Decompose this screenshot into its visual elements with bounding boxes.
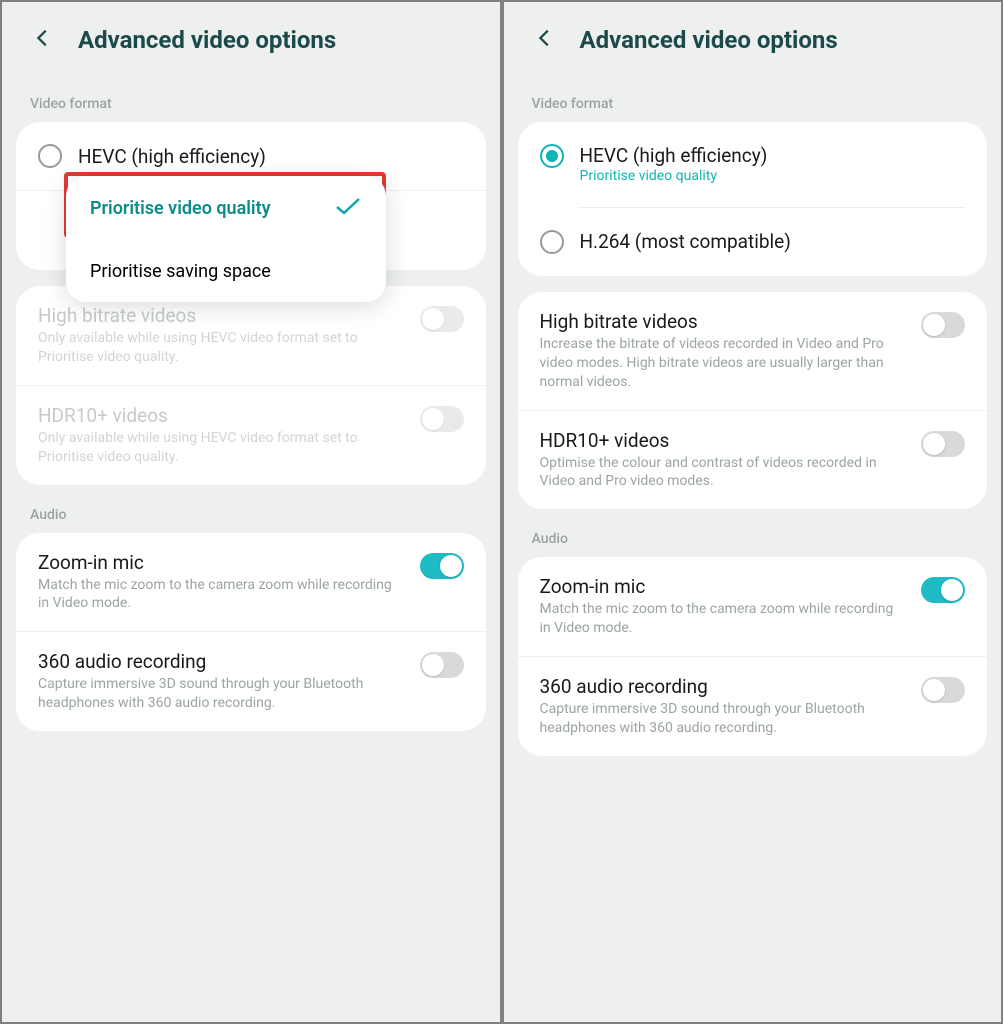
- page-title: Advanced video options: [78, 26, 336, 54]
- radio-h264-label: H.264 (most compatible): [580, 230, 791, 253]
- radio-hevc[interactable]: HEVC (high efficiency) Prioritise video …: [518, 122, 988, 208]
- audio360-toggle[interactable]: [921, 677, 965, 703]
- screen-left: Advanced video options Video format HEVC…: [2, 2, 500, 1022]
- audio360-toggle[interactable]: [420, 652, 464, 678]
- video-format-card: HEVC (high efficiency) Prioritise video …: [518, 122, 988, 276]
- hevc-dropdown-popup: Prioritise video quality Prioritise savi…: [66, 176, 386, 302]
- audio360-sub: Capture immersive 3D sound through your …: [540, 700, 906, 738]
- radio-icon-unselected: [38, 144, 62, 168]
- zoom-mic-toggle[interactable]: [420, 553, 464, 579]
- back-icon[interactable]: [32, 27, 54, 53]
- high-bitrate-sub: Increase the bitrate of videos recorded …: [540, 335, 906, 392]
- high-bitrate-title: High bitrate videos: [540, 310, 906, 333]
- zoom-mic-title: Zoom-in mic: [540, 575, 906, 598]
- audio360-sub: Capture immersive 3D sound through your …: [38, 675, 404, 713]
- hdr-title: HDR10+ videos: [38, 404, 404, 427]
- check-icon: [334, 196, 362, 221]
- zoom-mic-row[interactable]: Zoom-in mic Match the mic zoom to the ca…: [16, 533, 486, 632]
- hdr-row: HDR10+ videos Only available while using…: [16, 385, 486, 485]
- back-icon[interactable]: [534, 27, 556, 53]
- bitrate-hdr-card: High bitrate videos Increase the bitrate…: [518, 292, 988, 509]
- high-bitrate-row[interactable]: High bitrate videos Increase the bitrate…: [518, 292, 988, 410]
- zoom-mic-sub: Match the mic zoom to the camera zoom wh…: [38, 576, 404, 614]
- radio-hevc-sub: Prioritise video quality: [580, 167, 966, 186]
- popup-option-quality-label: Prioritise video quality: [90, 198, 271, 219]
- audio-card: Zoom-in mic Match the mic zoom to the ca…: [16, 533, 486, 732]
- audio360-title: 360 audio recording: [38, 650, 404, 673]
- header: Advanced video options: [2, 2, 500, 74]
- high-bitrate-toggle[interactable]: [921, 312, 965, 338]
- hdr-sub: Optimise the colour and contrast of vide…: [540, 454, 906, 492]
- popup-option-space[interactable]: Prioritise saving space: [66, 241, 386, 302]
- popup-option-space-label: Prioritise saving space: [90, 261, 271, 282]
- hdr-sub: Only available while using HEVC video fo…: [38, 429, 404, 467]
- audio360-row[interactable]: 360 audio recording Capture immersive 3D…: [518, 656, 988, 756]
- section-label-audio: Audio: [2, 485, 500, 533]
- radio-hevc-label: HEVC (high efficiency): [78, 145, 266, 168]
- bitrate-hdr-card: High bitrate videos Only available while…: [16, 286, 486, 485]
- zoom-mic-row[interactable]: Zoom-in mic Match the mic zoom to the ca…: [518, 557, 988, 656]
- page-title: Advanced video options: [580, 26, 838, 54]
- zoom-mic-sub: Match the mic zoom to the camera zoom wh…: [540, 600, 906, 638]
- section-label-audio: Audio: [504, 509, 1002, 557]
- hdr-toggle[interactable]: [921, 431, 965, 457]
- zoom-mic-toggle[interactable]: [921, 577, 965, 603]
- high-bitrate-title: High bitrate videos: [38, 304, 404, 327]
- section-label-video: Video format: [504, 74, 1002, 122]
- zoom-mic-title: Zoom-in mic: [38, 551, 404, 574]
- hdr-title: HDR10+ videos: [540, 429, 906, 452]
- radio-icon-selected: [540, 144, 564, 168]
- radio-h264[interactable]: H.264 (most compatible): [518, 208, 988, 276]
- hdr-toggle: [420, 406, 464, 432]
- radio-icon-unselected: [540, 230, 564, 254]
- header: Advanced video options: [504, 2, 1002, 74]
- radio-hevc-label: HEVC (high efficiency): [580, 144, 966, 167]
- section-label-video: Video format: [2, 74, 500, 122]
- popup-option-quality[interactable]: Prioritise video quality: [66, 176, 386, 241]
- audio360-row[interactable]: 360 audio recording Capture immersive 3D…: [16, 631, 486, 731]
- screen-right: Advanced video options Video format HEVC…: [504, 2, 1002, 1022]
- audio-card: Zoom-in mic Match the mic zoom to the ca…: [518, 557, 988, 756]
- high-bitrate-sub: Only available while using HEVC video fo…: [38, 329, 404, 367]
- high-bitrate-toggle: [420, 306, 464, 332]
- audio360-title: 360 audio recording: [540, 675, 906, 698]
- video-format-card: HEVC (high efficiency) Prioritise video …: [16, 122, 486, 270]
- hdr-row[interactable]: HDR10+ videos Optimise the colour and co…: [518, 410, 988, 510]
